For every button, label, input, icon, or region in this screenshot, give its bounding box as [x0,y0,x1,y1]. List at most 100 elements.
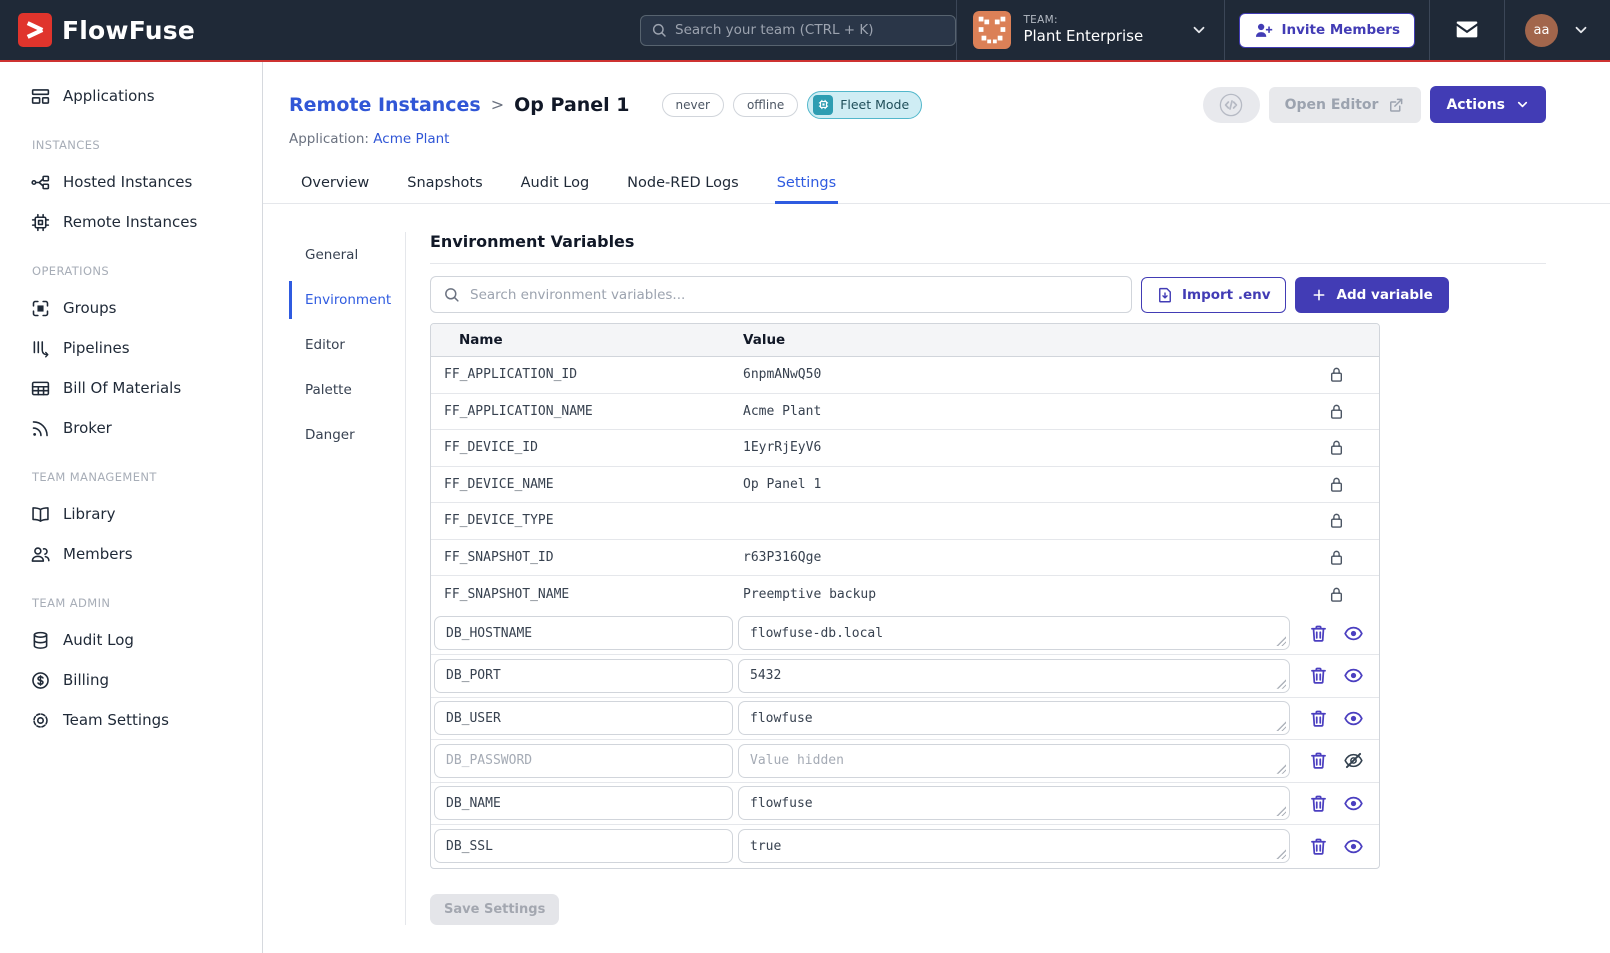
tab-snapshots[interactable]: Snapshots [405,169,484,203]
sidebar-item-bill-of-materials[interactable]: Bill Of Materials [0,368,262,408]
sidebar-item-members[interactable]: Members [0,534,262,574]
settings-nav-environment[interactable]: Environment [289,281,405,319]
env-var-name: FF_SNAPSHOT_ID [431,550,735,565]
sidebar-item-audit-log[interactable]: Audit Log [0,620,262,660]
sidebar-item-label: Hosted Instances [63,173,192,191]
avatar: aa [1525,14,1558,47]
sidebar-item-label: Pipelines [63,339,130,357]
fleet-mode-label: Fleet Mode [840,97,909,112]
sidebar-item-label: Library [63,505,115,523]
env-var-value-input[interactable] [739,668,1289,683]
sidebar-item-hosted-instances[interactable]: Hosted Instances [0,162,262,202]
tab-overview[interactable]: Overview [299,169,371,203]
env-var-name-input[interactable] [435,711,732,726]
sidebar-item-pipelines[interactable]: Pipelines [0,328,262,368]
application-link[interactable]: Acme Plant [373,131,449,147]
page-title: Op Panel 1 [514,94,629,116]
env-var-value: Op Panel 1 [735,477,1293,492]
env-row-locked: FF_DEVICE_NAMEOp Panel 1 [431,467,1379,504]
sidebar-item-team-settings[interactable]: Team Settings [0,700,262,740]
delete-variable-button[interactable] [1308,836,1329,857]
delete-variable-button[interactable] [1308,750,1329,771]
env-var-name-input[interactable] [435,753,732,768]
env-var-name-input[interactable] [435,668,732,683]
sidebar-item-applications[interactable]: Applications [0,76,262,116]
sidebar-section-label: TEAM ADMIN [16,596,262,610]
actions-button[interactable]: Actions [1430,86,1546,123]
env-row-locked: FF_DEVICE_TYPE [431,503,1379,540]
hide-value-button[interactable] [1343,750,1364,771]
delete-variable-button[interactable] [1308,708,1329,729]
sidebar-item-billing[interactable]: Billing [0,660,262,700]
settings-nav-editor[interactable]: Editor [289,326,405,364]
env-var-value-input[interactable] [739,796,1289,811]
remote-instances-icon [30,212,51,233]
team-search-input[interactable] [675,22,945,38]
sidebar-item-groups[interactable]: Groups [0,288,262,328]
invite-members-button[interactable]: Invite Members [1239,13,1415,48]
delete-variable-button[interactable] [1308,793,1329,814]
members-icon [30,544,51,565]
application-subtitle: Application: Acme Plant [289,131,1546,147]
brand-name: FlowFuse [62,16,195,45]
plus-icon [1311,287,1327,303]
env-var-value-input[interactable] [739,626,1289,641]
team-label: TEAM: [1023,14,1143,27]
env-search [430,276,1132,313]
show-value-button[interactable] [1343,836,1364,857]
env-var-name-input[interactable] [435,626,732,641]
env-var-value-input[interactable] [739,839,1289,854]
show-value-button[interactable] [1343,665,1364,686]
user-plus-icon [1254,21,1273,40]
env-var-name: FF_DEVICE_NAME [431,477,735,492]
env-row-editable [431,613,1379,656]
column-name: Name [431,332,735,348]
external-link-icon [1387,96,1405,114]
notifications-button[interactable] [1429,0,1504,60]
show-value-button[interactable] [1343,623,1364,644]
top-navbar: FlowFuse TEAM: Plan [0,0,1610,62]
delete-variable-button[interactable] [1308,665,1329,686]
lock-icon [1326,547,1347,568]
env-var-name-input[interactable] [435,796,732,811]
env-var-value: Acme Plant [735,404,1293,419]
tab-settings[interactable]: Settings [775,169,838,203]
sidebar-item-broker[interactable]: Broker [0,408,262,448]
tab-node-red-logs[interactable]: Node-RED Logs [625,169,741,203]
import-env-button[interactable]: Import .env [1141,277,1286,313]
env-var-name-input[interactable] [435,839,732,854]
envelope-icon [1454,17,1480,43]
env-search-input[interactable] [470,287,1119,303]
open-editor-button[interactable]: Open Editor [1269,87,1422,123]
add-variable-button[interactable]: Add variable [1295,277,1449,313]
settings-nav-danger[interactable]: Danger [289,416,405,454]
sidebar-item-remote-instances[interactable]: Remote Instances [0,202,262,242]
settings-nav-palette[interactable]: Palette [289,371,405,409]
env-var-value: r63P316Qge [735,550,1293,565]
show-value-button[interactable] [1343,793,1364,814]
user-menu[interactable]: aa [1504,0,1610,60]
sidebar-item-label: Billing [63,671,109,689]
sidebar-item-label: Audit Log [63,631,134,649]
tab-audit-log[interactable]: Audit Log [519,169,592,203]
save-settings-button[interactable]: Save Settings [430,894,559,925]
env-variables-table: Name Value FF_APPLICATION_ID6npmANwQ50FF… [430,323,1380,869]
env-var-value-input[interactable] [739,711,1289,726]
code-icon [1219,93,1243,117]
sidebar-section-label: INSTANCES [16,138,262,152]
env-row-editable [431,740,1379,783]
settings-nav: General Environment Editor Palette Danger [289,232,406,925]
show-value-button[interactable] [1343,708,1364,729]
environment-section: Environment Variables Import .env [430,232,1546,925]
groups-icon [30,298,51,319]
settings-nav-general[interactable]: General [289,236,405,274]
developer-mode-button[interactable] [1203,87,1260,123]
fleet-mode-badge: Fleet Mode [807,91,922,119]
env-var-value-input[interactable] [739,753,1289,768]
lock-icon [1326,401,1347,422]
team-selector[interactable]: TEAM: Plant Enterprise [956,0,1224,60]
sidebar-item-library[interactable]: Library [0,494,262,534]
flowfuse-logo[interactable]: FlowFuse [18,13,195,47]
delete-variable-button[interactable] [1308,623,1329,644]
breadcrumb-remote-instances[interactable]: Remote Instances [289,94,481,116]
